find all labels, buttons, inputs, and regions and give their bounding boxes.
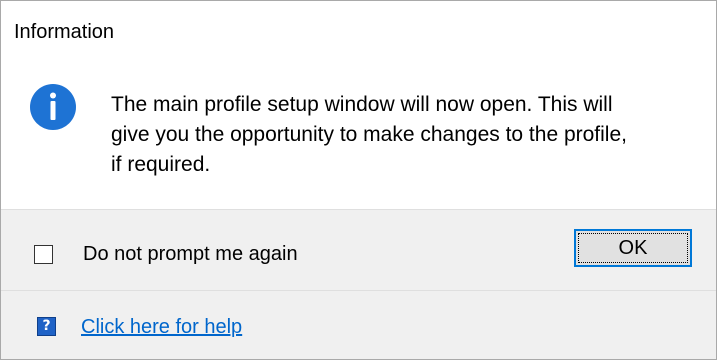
do-not-prompt-label[interactable]: Do not prompt me again	[83, 243, 298, 266]
message-line: The main profile setup window will now o…	[111, 93, 613, 116]
dialog-message: The main profile setup window will now o…	[111, 90, 711, 180]
dialog-titlebar: Information	[1, 1, 716, 67]
message-line: give you the opportunity to make changes…	[111, 123, 627, 146]
help-icon[interactable]: ?	[37, 317, 56, 336]
dialog-title: Information	[14, 21, 115, 43]
ok-button[interactable]: OK	[574, 229, 692, 267]
information-dialog: Information The main profile setup windo…	[0, 0, 717, 360]
dialog-footer: ? Click here for help	[1, 290, 716, 359]
message-line: if required.	[111, 153, 211, 176]
help-link[interactable]: Click here for help	[81, 316, 242, 339]
button-bar: Do not prompt me again OK	[1, 209, 716, 290]
do-not-prompt-checkbox[interactable]	[34, 245, 53, 264]
ok-button-label: OK	[618, 237, 648, 259]
info-icon	[30, 84, 76, 130]
message-area: The main profile setup window will now o…	[1, 67, 716, 209]
